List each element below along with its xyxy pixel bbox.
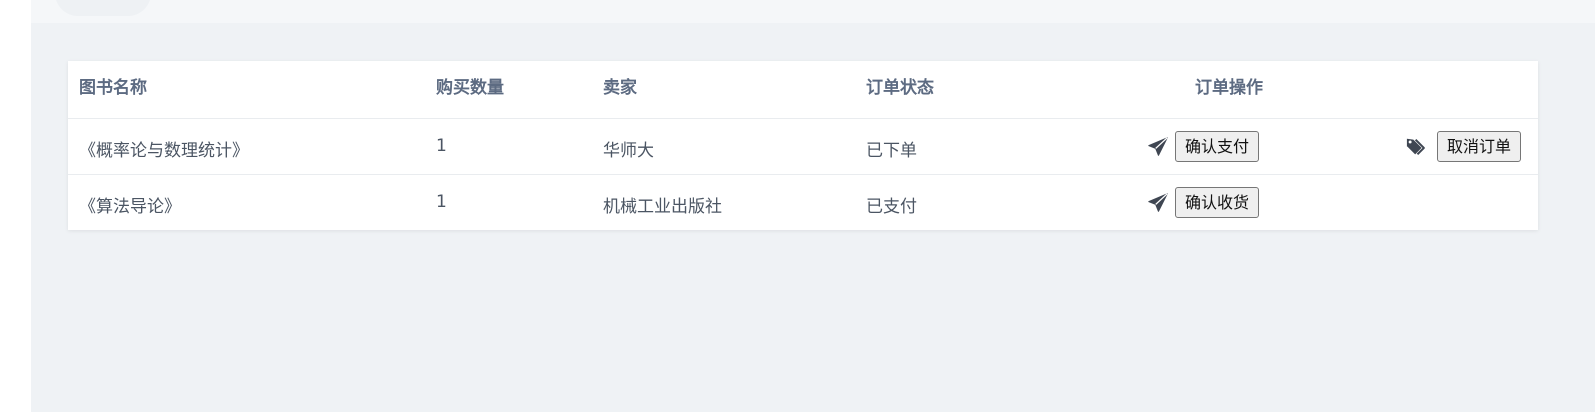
cell-book-name: 《算法导论》 — [79, 197, 181, 217]
cell-seller: 机械工业出版社 — [603, 197, 722, 217]
orders-table: 图书名称 购买数量 卖家 订单状态 订单操作 《概率论与数理统计》 1 华师大 … — [68, 61, 1538, 230]
header-seller: 卖家 — [603, 78, 637, 98]
cancel-order-button[interactable]: 取消订单 — [1437, 131, 1522, 162]
confirm-receipt-button[interactable]: 确认收货 — [1175, 187, 1260, 218]
confirm-payment-button[interactable]: 确认支付 — [1175, 131, 1260, 162]
cell-status: 已支付 — [866, 197, 917, 217]
cell-quantity: 1 — [436, 192, 447, 212]
table-row: 《算法导论》 1 机械工业出版社 已支付 确认收货 — [68, 175, 1538, 230]
header-status: 订单状态 — [866, 78, 934, 98]
header-operation: 订单操作 — [1195, 78, 1263, 98]
cell-quantity: 1 — [436, 136, 447, 156]
tags-icon — [1406, 138, 1425, 156]
table-header-row: 图书名称 购买数量 卖家 订单状态 订单操作 — [68, 61, 1538, 119]
header-book-name: 图书名称 — [79, 78, 147, 98]
cell-seller: 华师大 — [603, 141, 654, 161]
cell-book-name: 《概率论与数理统计》 — [79, 141, 249, 161]
header-quantity: 购买数量 — [436, 78, 504, 98]
paper-plane-icon — [1148, 193, 1168, 212]
top-bar — [31, 0, 1595, 23]
cell-status: 已下单 — [866, 141, 917, 161]
main-content: 图书名称 购买数量 卖家 订单状态 订单操作 《概率论与数理统计》 1 华师大 … — [31, 0, 1595, 412]
top-bar-pill — [55, 0, 151, 16]
table-row: 《概率论与数理统计》 1 华师大 已下单 确认支付 取消订单 — [68, 119, 1538, 175]
left-sidebar-strip — [0, 0, 31, 412]
paper-plane-icon — [1148, 137, 1168, 156]
